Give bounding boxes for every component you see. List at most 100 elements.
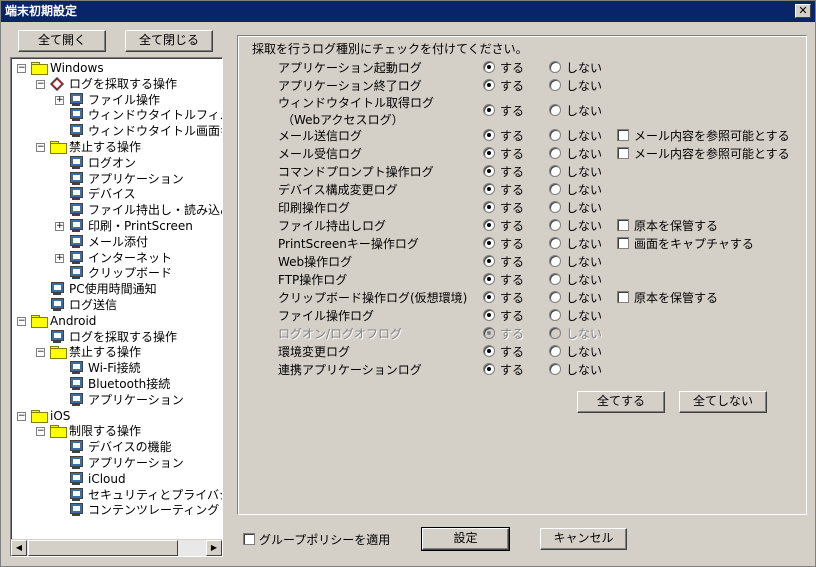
log-type-label: デバイス構成変更ログ (278, 183, 398, 197)
tree-item[interactable]: コンテンツレーティング (11, 502, 222, 518)
tree-item[interactable]: − 禁止する操作 (11, 139, 222, 155)
scroll-left-icon[interactable]: ◀ (11, 540, 27, 556)
log-on-radio[interactable] (483, 201, 495, 213)
log-off-radio[interactable] (549, 309, 561, 321)
horizontal-scrollbar[interactable]: ◀ ▶ (11, 539, 222, 556)
tree-item[interactable]: デバイス (11, 186, 222, 202)
collapse-icon[interactable]: − (17, 316, 26, 326)
log-on-radio[interactable] (483, 147, 495, 159)
tree-item[interactable]: − Windows (11, 60, 222, 76)
tree-item[interactable]: + ファイル操作 (11, 92, 222, 108)
log-on-radio[interactable] (483, 165, 495, 177)
all-on-button[interactable]: 全てする (577, 391, 665, 413)
tree-item[interactable]: ウィンドウタイトルフィルタ (11, 107, 222, 123)
log-on-radio[interactable] (483, 255, 495, 267)
log-off-radio[interactable] (549, 219, 561, 231)
scroll-right-icon[interactable]: ▶ (206, 540, 222, 556)
log-on-radio[interactable] (483, 273, 495, 285)
log-option-checkbox[interactable] (617, 147, 629, 159)
log-off-radio[interactable] (549, 201, 561, 213)
log-off-radio[interactable] (549, 255, 561, 267)
log-off-radio[interactable] (549, 147, 561, 159)
log-on-radio[interactable] (483, 183, 495, 195)
tree-item[interactable]: − 制限する操作 (11, 423, 222, 439)
collapse-icon[interactable]: − (36, 427, 45, 437)
tree-item[interactable]: + 印刷・PrintScreen (11, 218, 222, 234)
expand-icon[interactable]: + (55, 253, 64, 263)
expand-all-button[interactable]: 全て開く (18, 30, 106, 52)
collapse-icon[interactable]: − (36, 143, 45, 152)
cancel-button[interactable]: キャンセル (540, 528, 627, 550)
tree-item[interactable]: アプリケーション (11, 392, 222, 408)
log-off-radio[interactable] (549, 237, 561, 249)
log-on-radio (483, 327, 495, 339)
tree-item[interactable]: − iOS (11, 408, 222, 424)
collapse-icon[interactable]: − (36, 348, 45, 358)
title-bar: 端末初期設定 ✕ (1, 1, 815, 22)
tree-item[interactable]: − 禁止する操作 (11, 344, 222, 360)
group-policy-checkbox[interactable] (243, 533, 255, 545)
tree-item[interactable]: メール添付 (11, 234, 222, 250)
all-off-button[interactable]: 全てしない (679, 391, 767, 413)
log-off-radio[interactable] (549, 104, 561, 116)
close-button[interactable]: ✕ (795, 4, 811, 18)
tree-item[interactable]: ログを採取する操作 (11, 329, 222, 345)
collapse-icon[interactable]: − (17, 411, 26, 421)
log-on-radio[interactable] (483, 309, 495, 321)
tree-item[interactable]: Wi-Fi接続 (11, 360, 222, 376)
log-option-checkbox[interactable] (617, 129, 629, 141)
log-on-radio[interactable] (483, 363, 495, 375)
log-type-label: PrintScreenキー操作ログ (278, 237, 419, 251)
log-off-radio[interactable] (549, 291, 561, 303)
log-off-radio[interactable] (549, 363, 561, 375)
tree-item[interactable]: iCloud (11, 471, 222, 487)
log-off-radio[interactable] (549, 61, 561, 73)
scroll-thumb[interactable] (28, 540, 178, 556)
log-on-label: する (500, 61, 525, 75)
log-on-label: する (500, 309, 525, 323)
log-off-radio[interactable] (549, 273, 561, 285)
tree-item[interactable]: アプリケーション (11, 171, 222, 187)
expand-icon[interactable]: + (55, 222, 64, 231)
log-on-radio[interactable] (483, 237, 495, 249)
tree-item[interactable]: セキュリティとプライバシー (11, 487, 222, 503)
computer-icon (69, 250, 83, 265)
tree-item-label: ウィンドウタイトルフィルタ (88, 108, 222, 123)
log-off-radio[interactable] (549, 79, 561, 91)
log-option-checkbox[interactable] (617, 291, 629, 303)
group-policy-label: グループポリシーを適用 (259, 533, 391, 547)
collapse-icon[interactable]: − (36, 79, 45, 89)
tree-item[interactable]: ログ送信 (11, 297, 222, 313)
tree-item[interactable]: PC使用時間通知 (11, 281, 222, 297)
log-option-checkbox[interactable] (617, 237, 629, 249)
log-on-radio[interactable] (483, 345, 495, 357)
log-off-radio[interactable] (549, 165, 561, 177)
log-on-radio[interactable] (483, 219, 495, 231)
log-off-label: しない (566, 61, 603, 75)
expand-icon[interactable]: + (55, 95, 64, 105)
log-off-radio[interactable] (549, 183, 561, 195)
log-option-label: メール内容を参照可能とする (634, 129, 790, 143)
tree-item[interactable]: ウィンドウタイトル画面キャ (11, 123, 222, 139)
log-on-radio[interactable] (483, 104, 495, 116)
tree-item[interactable]: ファイル持出し・読み込み (11, 202, 222, 218)
collapse-all-button[interactable]: 全て閉じる (125, 30, 213, 52)
tree-item[interactable]: クリップボード (11, 265, 222, 281)
tree-item[interactable]: ログオン (11, 155, 222, 171)
log-on-radio[interactable] (483, 79, 495, 91)
tree-item[interactable]: − ログを採取する操作 (11, 76, 222, 92)
tree-item[interactable]: デバイスの機能 (11, 439, 222, 455)
log-on-radio[interactable] (483, 129, 495, 141)
tree-item[interactable]: − Android (11, 313, 222, 329)
log-off-radio[interactable] (549, 345, 561, 357)
log-option-checkbox[interactable] (617, 219, 629, 231)
log-off-radio[interactable] (549, 129, 561, 141)
tree-item[interactable]: アプリケーション (11, 455, 222, 471)
collapse-icon[interactable]: − (17, 64, 26, 73)
tree-item[interactable]: + インターネット (11, 250, 222, 266)
log-on-radio[interactable] (483, 61, 495, 73)
log-on-radio[interactable] (483, 291, 495, 303)
log-type-label: FTP操作ログ (278, 273, 348, 287)
apply-button[interactable]: 設定 (421, 527, 510, 551)
tree-item[interactable]: Bluetooth接続 (11, 376, 222, 392)
